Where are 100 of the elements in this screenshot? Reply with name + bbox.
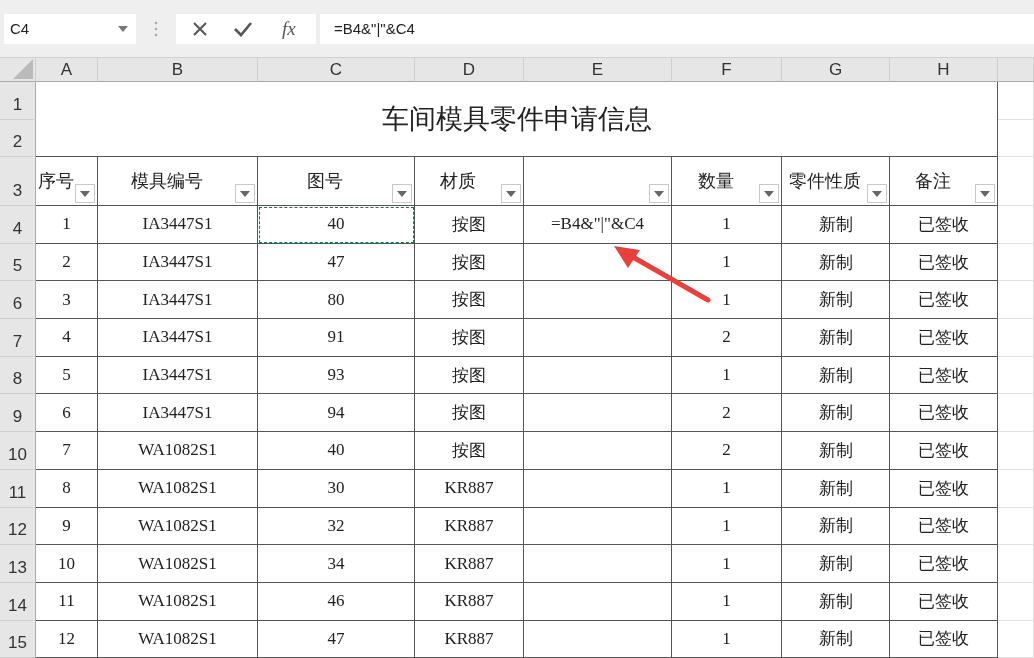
table-cell: 已签收 (890, 319, 998, 357)
cancel-icon[interactable] (192, 20, 209, 37)
column-header[interactable]: D (415, 58, 524, 82)
table-cell: 已签收 (890, 206, 998, 244)
table-cell: 3 (36, 281, 98, 320)
sheet-title: 车间模具零件申请信息 (36, 82, 998, 157)
table-cell: 新制 (782, 356, 890, 395)
row-header[interactable]: 5 (0, 243, 36, 282)
check-icon[interactable] (233, 20, 254, 37)
column-title: 图号 (307, 170, 343, 193)
table-cell: 30 (258, 469, 415, 508)
empty-cell (998, 432, 1034, 470)
filter-button[interactable] (867, 184, 887, 203)
table-cell: 新制 (782, 620, 890, 658)
row-header[interactable]: 10 (0, 432, 36, 470)
row-header[interactable]: 15 (0, 620, 36, 658)
column-header[interactable]: G (782, 58, 890, 82)
caret-icon (118, 25, 128, 32)
table-cell: 已签收 (890, 620, 998, 658)
table-cell: WA1082S1 (98, 545, 258, 583)
table-cell: 已签收 (890, 394, 998, 433)
table-cell: 47 (258, 243, 415, 282)
row-header[interactable]: 13 (0, 545, 36, 583)
table-cell: 1 (672, 620, 782, 658)
row-header[interactable]: 11 (0, 469, 36, 508)
column-title: 序号 (37, 170, 74, 193)
table-cell: 2 (672, 319, 782, 357)
table-cell: IA3447S1 (98, 356, 258, 395)
column-header[interactable]: C (258, 58, 415, 82)
filter-button[interactable] (975, 184, 995, 203)
column-header[interactable]: E (524, 58, 672, 82)
column-header[interactable]: B (98, 58, 258, 82)
table-cell: KR887 (415, 620, 524, 658)
filter-button[interactable] (501, 184, 521, 203)
row-header[interactable]: 3 (0, 157, 36, 206)
column-header[interactable]: F (672, 58, 782, 82)
caret-icon (506, 190, 516, 197)
row-header[interactable]: 7 (0, 319, 36, 357)
empty-cell (998, 206, 1034, 244)
table-cell: KR887 (415, 507, 524, 546)
column-title: 数量 (697, 170, 734, 193)
table-cell: 已签收 (890, 582, 998, 621)
row-header[interactable]: 1 (0, 82, 36, 120)
empty-cell (998, 582, 1034, 621)
table-cell: 46 (258, 582, 415, 621)
table-cell: IA3447S1 (98, 394, 258, 433)
table-cell: 已签收 (890, 507, 998, 546)
table-cell: 94 (258, 394, 415, 433)
row-header[interactable]: 2 (0, 120, 36, 157)
row-header[interactable]: 14 (0, 582, 36, 621)
table-cell: 8 (36, 469, 98, 508)
table-cell: 2 (672, 432, 782, 470)
table-cell: 1 (36, 206, 98, 244)
column-title: 模具编号 (130, 170, 203, 193)
column-header[interactable]: H (890, 58, 998, 82)
table-cell: 34 (258, 545, 415, 583)
table-cell: 1 (672, 545, 782, 583)
table-cell: 已签收 (890, 356, 998, 395)
table-cell: 1 (672, 356, 782, 395)
table-cell: =B4&"|"&C4 (524, 206, 672, 244)
row-header[interactable]: 4 (0, 206, 36, 244)
filter-button[interactable] (235, 184, 255, 203)
caret-icon (764, 190, 774, 197)
table-cell: 80 (258, 281, 415, 320)
table-cell: 新制 (782, 582, 890, 621)
table-cell: 新制 (782, 281, 890, 320)
row-header[interactable]: 12 (0, 507, 36, 546)
table-cell: 47 (258, 620, 415, 658)
table-cell: IA3447S1 (98, 319, 258, 357)
table-cell: 12 (36, 620, 98, 658)
table-cell: 40 (258, 432, 415, 470)
table-cell: 新制 (782, 507, 890, 546)
table-cell: 5 (36, 356, 98, 395)
filter-button[interactable] (392, 184, 412, 203)
drag-handle-icon[interactable] (154, 20, 158, 37)
row-header[interactable]: 8 (0, 356, 36, 395)
row-header[interactable]: 6 (0, 281, 36, 320)
insert-function-button[interactable]: fx (277, 17, 300, 40)
empty-cell (998, 620, 1034, 658)
column-title: 零件性质 (788, 170, 861, 193)
caret-icon (980, 190, 990, 197)
filter-button[interactable] (75, 184, 95, 203)
table-cell: 9 (36, 507, 98, 546)
filter-button[interactable] (649, 184, 669, 203)
column-title: 材质 (440, 170, 476, 193)
filter-button[interactable] (759, 184, 779, 203)
row-header[interactable]: 9 (0, 394, 36, 433)
name-box[interactable]: C4 (4, 13, 136, 44)
table-cell: 已签收 (890, 432, 998, 470)
column-header[interactable]: A (36, 58, 98, 82)
formula-field[interactable]: =B4&"|"&C4 (320, 13, 1034, 44)
table-cell: 已签收 (890, 545, 998, 583)
table-cell: IA3447S1 (98, 206, 258, 244)
table-cell: KR887 (415, 545, 524, 583)
table-cell: IA3447S1 (98, 243, 258, 282)
table-cell: 按图 (415, 243, 524, 282)
table-cell: 新制 (782, 545, 890, 583)
empty-cell (998, 545, 1034, 583)
table-cell: 按图 (415, 432, 524, 470)
caret-icon (80, 190, 90, 197)
